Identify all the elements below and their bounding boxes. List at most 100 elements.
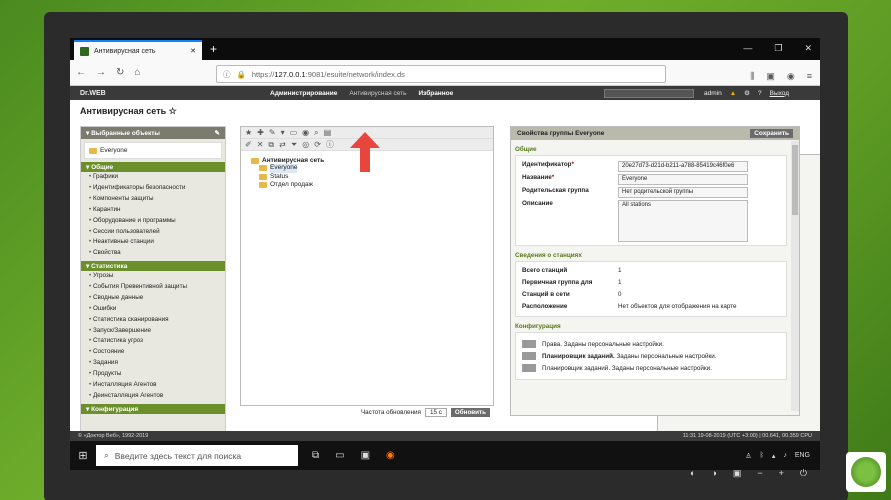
volume-icon[interactable]: ♪ <box>783 452 787 460</box>
add-icon[interactable]: ✚ <box>257 128 264 137</box>
sidebar-item[interactable]: Свойства <box>81 248 225 259</box>
delete-icon[interactable]: ✕ <box>257 140 264 149</box>
sidebar-item[interactable]: Статистика сканирования <box>81 315 225 326</box>
search-icon[interactable]: ⌕ <box>314 128 318 138</box>
sidebar-icon[interactable]: ▣ <box>766 71 775 82</box>
maximize-icon[interactable]: ❐ <box>774 43 782 54</box>
group-general[interactable]: ▾ Общие <box>81 162 225 172</box>
selected-object[interactable]: Everyone <box>84 142 222 159</box>
new-tab-icon[interactable]: + <box>210 42 217 56</box>
page-title: Антивирусная сеть ☆ <box>80 106 177 116</box>
browser-tab[interactable]: Антивирусная сеть ✕ <box>74 40 202 60</box>
sidebar-item[interactable]: Ошибки <box>81 304 225 315</box>
home-icon[interactable]: ⌂ <box>134 67 140 78</box>
description-field[interactable]: All stations <box>618 200 748 242</box>
sidebar-item[interactable]: Сессии пользователей <box>81 226 225 237</box>
logout-link[interactable]: Выход <box>770 90 789 97</box>
library-icon[interactable]: ⫼ <box>750 71 754 82</box>
settings-menu-icon[interactable]: ◉ <box>302 128 309 137</box>
sidebar-item[interactable]: Сводные данные <box>81 293 225 304</box>
network-icon[interactable]: ▴ <box>772 452 776 460</box>
tablet-power-icon[interactable]: ⏻ <box>800 468 807 479</box>
properties-scrollbar[interactable] <box>791 141 799 411</box>
menu-administration[interactable]: Администрирование <box>270 90 337 97</box>
tablet-minus-icon[interactable]: − <box>757 468 762 479</box>
reload-icon[interactable]: ↻ <box>116 67 124 78</box>
tablet-button-1[interactable]: ◐ <box>690 468 695 479</box>
account-icon[interactable]: ◉ <box>787 71 795 82</box>
config-item[interactable]: Планировщик заданий. Заданы персональные… <box>522 364 780 372</box>
parent-select[interactable]: Нет родительской группы <box>618 187 748 198</box>
favorite-star-icon[interactable]: ★ <box>245 128 252 137</box>
taskbar-search-input[interactable]: ⌕ Введите здесь текст для поиска <box>96 445 298 466</box>
group-configuration[interactable]: ▾ Конфигурация <box>81 403 225 414</box>
firefox-icon[interactable]: ◉ <box>386 450 395 461</box>
sidebar-item[interactable]: Карантин <box>81 205 225 216</box>
tablet-button-2[interactable]: ◑ <box>711 468 716 479</box>
sidebar-item[interactable]: Деинсталляция Агентов <box>81 391 225 402</box>
sidebar-item[interactable]: Состояние <box>81 347 225 358</box>
language-indicator[interactable]: ENG <box>795 452 810 460</box>
task-view-icon[interactable]: ⧉ <box>312 450 319 461</box>
scan-icon[interactable]: ◎ <box>302 140 309 149</box>
group-statistics[interactable]: ▾ Статистика <box>81 261 225 271</box>
refresh-button[interactable]: Обновить <box>450 407 490 417</box>
pencil-icon[interactable]: ✐ <box>245 140 252 149</box>
tree-node-status[interactable]: Status <box>259 173 483 182</box>
sidebar-item[interactable]: Продукты <box>81 369 225 380</box>
edit-icon[interactable]: ✎ <box>269 128 276 137</box>
pin-icon[interactable]: ✎ <box>215 129 220 137</box>
sidebar-item[interactable]: Угрозы <box>81 271 225 282</box>
sidebar-item[interactable]: Задания <box>81 358 225 369</box>
windows-start-icon[interactable]: ⊞ <box>70 449 96 462</box>
folder-icon <box>89 147 97 154</box>
sidebar-item[interactable]: События Превентивной защиты <box>81 282 225 293</box>
info-icon[interactable]: ⓘ <box>223 69 231 80</box>
filter-icon[interactable]: ▾ <box>281 128 285 137</box>
bluetooth-icon[interactable]: ᛒ <box>760 452 764 460</box>
save-button[interactable]: Сохранить <box>750 129 793 138</box>
sidebar-item[interactable]: Оборудование и программы <box>81 216 225 227</box>
update-icon[interactable]: ⟳ <box>314 140 321 149</box>
settings-gear-icon[interactable]: ⚙ <box>744 89 750 97</box>
copy-icon[interactable]: ⧉ <box>268 140 274 150</box>
sidebar-item[interactable]: Идентификаторы безопасности <box>81 183 225 194</box>
sidebar-item[interactable]: Компоненты защиты <box>81 194 225 205</box>
file-explorer-icon[interactable]: ▭ <box>335 450 344 461</box>
address-bar[interactable]: ⓘ 🔒 https://127.0.0.1:9081/esuite/networ… <box>216 65 820 444</box>
sidebar-item[interactable]: Неактивные станции <box>81 237 225 248</box>
menu-icon[interactable]: ≡ <box>807 71 812 82</box>
minimize-icon[interactable]: — <box>743 43 752 54</box>
tree-node-sales[interactable]: Отдел продаж <box>259 181 483 190</box>
id-field[interactable]: 20e27d73-d21d-b211-a788-85419c46f0e6 <box>618 161 748 172</box>
sidebar-item[interactable]: Графики <box>81 172 225 183</box>
close-window-icon[interactable]: ✕ <box>804 43 812 54</box>
menu-favorites[interactable]: Избранное <box>418 90 453 97</box>
forward-icon[interactable]: → <box>96 67 106 78</box>
folder-menu-icon[interactable]: ▭ <box>290 128 298 137</box>
config-item[interactable]: Права. Заданы персональные настройки. <box>522 340 780 348</box>
alert-icon[interactable]: ▲ <box>730 90 736 97</box>
tablet-button-3[interactable]: ▣ <box>733 468 742 479</box>
sidebar-item[interactable]: Инсталляция Агентов <box>81 380 225 391</box>
info-panel-icon[interactable]: ⓘ <box>326 139 334 150</box>
menu-antivirus-network[interactable]: Антивирусная сеть <box>349 90 406 97</box>
header-search-input[interactable] <box>604 88 694 98</box>
people-icon[interactable]: ♙ <box>745 452 751 460</box>
sidebar-item[interactable]: Запуск/Завершение <box>81 325 225 336</box>
config-item[interactable]: Планировщик заданий. Заданы персональные… <box>522 352 780 360</box>
tablet-plus-icon[interactable]: + <box>779 468 784 479</box>
scrollbar-thumb[interactable] <box>792 145 798 215</box>
store-icon[interactable]: ▣ <box>361 450 370 461</box>
export-icon[interactable]: ▤ <box>324 128 332 137</box>
funnel-icon[interactable]: ⏷ <box>291 140 297 150</box>
section-stations: Сведения о станциях <box>515 252 582 259</box>
close-tab-icon[interactable]: ✕ <box>190 47 196 55</box>
help-icon[interactable]: ? <box>758 90 762 97</box>
username[interactable]: admin <box>704 90 722 97</box>
move-icon[interactable]: ⇄ <box>279 140 286 149</box>
refresh-rate-select[interactable]: 15 с <box>424 407 447 417</box>
name-field[interactable]: Everyone <box>618 174 748 185</box>
back-icon[interactable]: ← <box>76 67 86 78</box>
sidebar-item[interactable]: Статистика угроз <box>81 336 225 347</box>
